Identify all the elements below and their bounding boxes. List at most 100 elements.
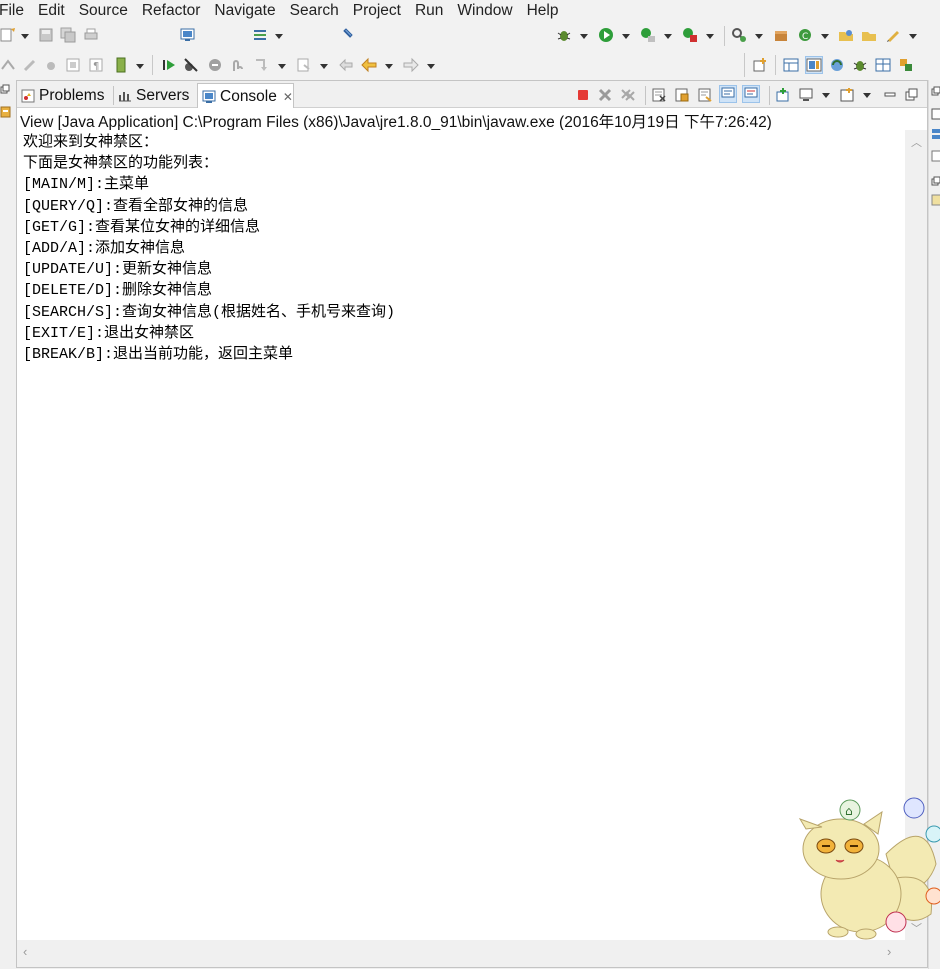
java-perspective-icon[interactable] [805, 56, 823, 74]
toolbar-separator [152, 55, 153, 75]
forward-icon[interactable] [403, 57, 419, 73]
restore-right-icon[interactable] [931, 86, 940, 96]
scroll-lock-icon[interactable] [674, 87, 690, 103]
show-console-on-stdout-icon[interactable] [719, 85, 737, 103]
edit-icon[interactable] [885, 27, 901, 43]
search-dropdown-icon[interactable] [755, 34, 763, 39]
task-view-icon[interactable] [931, 128, 940, 140]
package-icon[interactable] [773, 27, 789, 43]
database-perspective-icon[interactable] [875, 57, 891, 73]
new-dropdown-icon[interactable] [21, 34, 29, 39]
team-sync-icon[interactable] [829, 57, 845, 73]
step-over-dropdown-icon[interactable] [320, 64, 328, 69]
last-edit-icon[interactable] [338, 57, 354, 73]
hierarchy-icon[interactable] [931, 150, 940, 162]
step-dropdown-icon[interactable] [278, 64, 286, 69]
tab-servers[interactable]: Servers [114, 83, 189, 108]
display-console-icon[interactable] [798, 87, 814, 103]
open-console-view-icon[interactable] [839, 87, 855, 103]
toggle-mark-icon[interactable] [22, 57, 38, 73]
coverage-dropdown-icon[interactable] [664, 34, 672, 39]
toolbar-separator [769, 86, 770, 105]
task-list-icon[interactable] [252, 27, 268, 43]
back-icon[interactable] [361, 57, 377, 73]
build-icon[interactable] [113, 57, 129, 73]
next-annotation-icon[interactable] [0, 57, 16, 73]
remove-launch-icon[interactable] [597, 87, 613, 103]
menu-window[interactable]: Window [450, 0, 519, 22]
suspend-icon[interactable] [207, 57, 223, 73]
block-selection-icon[interactable] [43, 57, 59, 73]
tab-problems[interactable]: Problems [17, 83, 104, 108]
open-folder-icon[interactable] [861, 27, 877, 43]
menu-source[interactable]: Source [72, 0, 135, 22]
menu-file[interactable]: File [0, 0, 31, 22]
scroll-right-icon[interactable]: › [887, 944, 891, 959]
plugin-perspective-icon[interactable] [898, 57, 914, 73]
task-dropdown-icon[interactable] [275, 34, 283, 39]
toolbar-separator [724, 26, 725, 46]
open-perspective-icon[interactable] [752, 57, 768, 73]
new-wizard-icon[interactable] [0, 27, 16, 43]
horizontal-scrollbar[interactable]: ‹ › [17, 940, 905, 967]
resume-icon[interactable] [161, 57, 177, 73]
step-over-icon[interactable] [296, 57, 312, 73]
minimize-icon[interactable] [882, 87, 898, 103]
debug-icon[interactable] [556, 27, 572, 43]
save-icon[interactable] [38, 27, 54, 43]
menu-run[interactable]: Run [408, 0, 450, 22]
menu-edit[interactable]: Edit [31, 0, 72, 22]
display-console-dropdown-icon[interactable] [822, 93, 830, 98]
console-output[interactable]: 欢迎来到女神禁区： 下面是女神禁区的功能列表： [MAIN/M]:主菜单 [QU… [17, 130, 905, 940]
paragraph-icon[interactable]: ¶ [88, 57, 104, 73]
package-explorer-icon[interactable] [0, 106, 11, 118]
save-all-icon[interactable] [60, 27, 76, 43]
search-references-icon[interactable] [731, 27, 747, 43]
pin-console-icon[interactable] [775, 87, 791, 103]
restore-icon[interactable] [0, 84, 10, 94]
eclipse-window: File Edit Source Refactor Navigate Searc… [0, 0, 940, 969]
scroll-up-icon[interactable]: ︿ [911, 134, 922, 150]
pin-icon[interactable] [340, 27, 356, 43]
show-whitespace-icon[interactable] [65, 57, 81, 73]
menu-search[interactable]: Search [283, 0, 346, 22]
coverage-icon[interactable] [640, 27, 656, 43]
open-console-icon[interactable] [180, 27, 196, 43]
menu-help[interactable]: Help [520, 0, 566, 22]
open-type-icon[interactable] [838, 27, 854, 43]
external-tools-dropdown-icon[interactable] [706, 34, 714, 39]
edit-dropdown-icon[interactable] [909, 34, 917, 39]
close-tab-icon[interactable]: ✕ [283, 90, 293, 104]
menu-refactor[interactable]: Refactor [135, 0, 208, 22]
run-dropdown-icon[interactable] [622, 34, 630, 39]
run-icon[interactable] [598, 27, 614, 43]
forward-dropdown-icon[interactable] [427, 64, 435, 69]
outline-icon[interactable] [931, 108, 940, 120]
menu-navigate[interactable]: Navigate [207, 0, 282, 22]
skip-breakpoints-icon[interactable] [183, 57, 199, 73]
maximize-icon[interactable] [904, 87, 920, 103]
new-class-dropdown-icon[interactable] [821, 34, 829, 39]
remove-all-terminated-icon[interactable] [620, 87, 636, 103]
new-class-icon[interactable]: C [797, 27, 813, 43]
step-into-icon[interactable] [253, 57, 269, 73]
tab-console[interactable]: Console ✕ [197, 83, 294, 109]
snippets-icon[interactable] [931, 194, 940, 206]
back-dropdown-icon[interactable] [385, 64, 393, 69]
build-dropdown-icon[interactable] [136, 64, 144, 69]
svg-text:C: C [802, 32, 808, 42]
open-console-dropdown-icon[interactable] [863, 93, 871, 98]
show-console-on-stderr-icon[interactable] [742, 85, 760, 103]
debug-perspective-icon[interactable] [852, 57, 868, 73]
terminate-icon[interactable] [575, 87, 591, 103]
debug-dropdown-icon[interactable] [580, 34, 588, 39]
menu-project[interactable]: Project [346, 0, 408, 22]
word-wrap-icon[interactable] [697, 87, 713, 103]
print-icon[interactable] [83, 27, 99, 43]
clear-console-icon[interactable] [651, 87, 667, 103]
restore-right-icon-2[interactable] [931, 176, 940, 186]
disconnect-icon[interactable] [230, 57, 246, 73]
scroll-left-icon[interactable]: ‹ [23, 944, 27, 959]
external-tools-icon[interactable] [682, 27, 698, 43]
java-ee-perspective-icon[interactable] [783, 57, 799, 73]
